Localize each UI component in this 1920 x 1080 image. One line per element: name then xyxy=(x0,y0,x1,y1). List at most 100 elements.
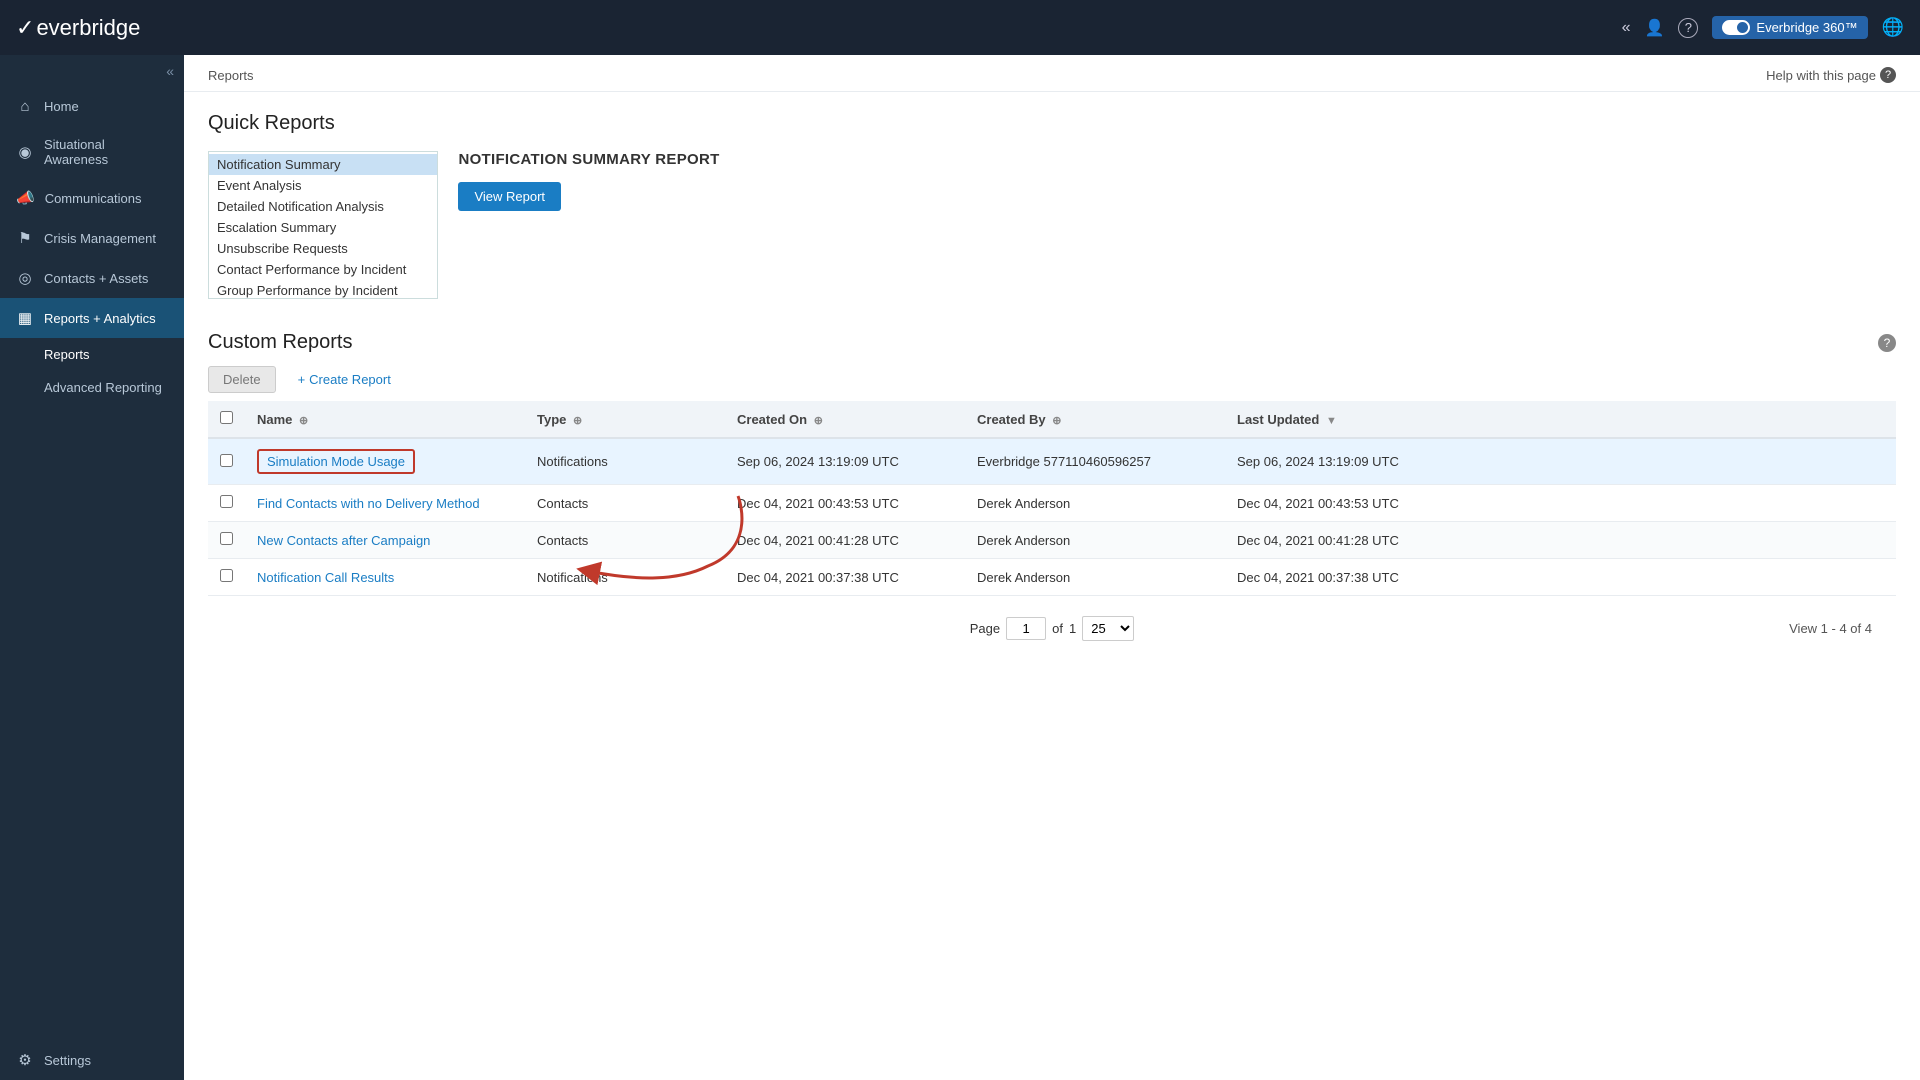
sidebar-sub-item-reports[interactable]: Reports xyxy=(0,338,184,371)
th-created-on[interactable]: Created On ⊕ xyxy=(725,401,965,438)
help-icon[interactable]: ? xyxy=(1678,18,1698,38)
logo: ✓ everbridge xyxy=(16,15,142,41)
pagination: Page of 1 10 25 50 100 View 1 - 4 of 4 xyxy=(208,596,1896,649)
topbar: ✓ everbridge « 👤 ? Everbridge 360™ 🌐 xyxy=(0,0,1920,55)
th-checkbox xyxy=(208,401,245,438)
collapse-icon: « xyxy=(166,63,174,79)
quick-reports-list[interactable]: Notification Summary Event Analysis Deta… xyxy=(209,152,437,298)
row-0-checkbox[interactable] xyxy=(220,454,233,467)
row-3-name-link[interactable]: Notification Call Results xyxy=(257,570,394,585)
report-item-detailed-notification[interactable]: Detailed Notification Analysis xyxy=(209,196,437,217)
report-item-group-performance[interactable]: Group Performance by Incident xyxy=(209,280,437,298)
toggle-switch[interactable] xyxy=(1722,20,1750,35)
row-checkbox-1 xyxy=(208,485,245,522)
row-0-last-updated: Sep 06, 2024 13:19:09 UTC xyxy=(1225,438,1896,485)
sidebar-item-settings[interactable]: ⚙ Settings xyxy=(0,1040,184,1080)
row-3-name: Notification Call Results xyxy=(245,559,525,596)
sidebar-item-reports-analytics[interactable]: ▦ Reports + Analytics xyxy=(0,298,184,338)
th-last-updated[interactable]: Last Updated ▼ xyxy=(1225,401,1896,438)
created-sort-icon: ⊕ xyxy=(814,415,823,427)
sidebar-item-home[interactable]: ⌂ Home xyxy=(0,87,184,126)
sidebar-collapse-btn[interactable]: « xyxy=(0,55,184,87)
sidebar-item-situational-awareness-label: Situational Awareness xyxy=(44,137,168,167)
row-2-last-updated: Dec 04, 2021 00:41:28 UTC xyxy=(1225,522,1896,559)
row-3-created-on: Dec 04, 2021 00:37:38 UTC xyxy=(725,559,965,596)
row-2-type: Contacts xyxy=(525,522,725,559)
row-0-type: Notifications xyxy=(525,438,725,485)
row-0-name-link[interactable]: Simulation Mode Usage xyxy=(257,449,415,474)
row-1-checkbox[interactable] xyxy=(220,495,233,508)
row-2-created-on: Dec 04, 2021 00:41:28 UTC xyxy=(725,522,965,559)
everbridge360-toggle[interactable]: Everbridge 360™ xyxy=(1712,16,1867,39)
logo-check: ✓ xyxy=(16,15,34,41)
quick-reports-area: Notification Summary Event Analysis Deta… xyxy=(208,151,1896,299)
view-report-button[interactable]: View Report xyxy=(458,182,561,211)
row-3-type: Notifications xyxy=(525,559,725,596)
report-detail: NOTIFICATION SUMMARY REPORT View Report xyxy=(458,151,719,211)
sidebar-item-contacts-assets[interactable]: ◎ Contacts + Assets xyxy=(0,258,184,298)
report-item-notification-summary[interactable]: Notification Summary xyxy=(209,154,437,175)
table-row: Notification Call ResultsNotificationsDe… xyxy=(208,559,1896,596)
create-report-button[interactable]: + Create Report xyxy=(288,367,401,392)
page-label: Page xyxy=(970,621,1000,636)
report-item-event-analysis[interactable]: Event Analysis xyxy=(209,175,437,196)
reports-analytics-icon: ▦ xyxy=(16,309,34,327)
sidebar-item-home-label: Home xyxy=(44,99,79,114)
th-created-by[interactable]: Created By ⊕ xyxy=(965,401,1225,438)
table-row: New Contacts after CampaignContactsDec 0… xyxy=(208,522,1896,559)
th-created-on-label: Created On xyxy=(737,412,807,427)
user-icon[interactable]: 👤 xyxy=(1644,18,1664,38)
delete-button[interactable]: Delete xyxy=(208,366,276,393)
select-all-checkbox[interactable] xyxy=(220,411,233,424)
row-0-created-on: Sep 06, 2024 13:19:09 UTC xyxy=(725,438,965,485)
create-report-label: Create Report xyxy=(309,372,391,387)
custom-reports-help-icon[interactable]: ? xyxy=(1878,334,1896,352)
help-page-icon: ? xyxy=(1880,67,1896,83)
row-1-type: Contacts xyxy=(525,485,725,522)
back-icon[interactable]: « xyxy=(1622,19,1631,37)
everbridge360-label: Everbridge 360™ xyxy=(1756,20,1857,35)
sidebar-item-situational-awareness[interactable]: ◉ Situational Awareness xyxy=(0,126,184,178)
settings-icon: ⚙ xyxy=(16,1051,34,1069)
th-last-updated-label: Last Updated xyxy=(1237,412,1319,427)
report-item-contact-performance[interactable]: Contact Performance by Incident xyxy=(209,259,437,280)
page-number-input[interactable] xyxy=(1006,617,1046,640)
sidebar-item-reports-analytics-label: Reports + Analytics xyxy=(44,311,156,326)
contacts-assets-icon: ◎ xyxy=(16,269,34,287)
table-row: Simulation Mode UsageNotificationsSep 06… xyxy=(208,438,1896,485)
topbar-right: « 👤 ? Everbridge 360™ 🌐 xyxy=(1622,16,1904,39)
row-2-checkbox[interactable] xyxy=(220,532,233,545)
globe-icon[interactable]: 🌐 xyxy=(1882,17,1904,38)
communications-icon: 📣 xyxy=(16,189,35,207)
quick-reports-title: Quick Reports xyxy=(208,112,1896,135)
last-updated-sort-icon: ▼ xyxy=(1326,415,1337,427)
toolbar: Delete + Create Report xyxy=(208,366,1896,393)
row-1-name-link[interactable]: Find Contacts with no Delivery Method xyxy=(257,496,480,511)
report-item-unsubscribe-requests[interactable]: Unsubscribe Requests xyxy=(209,238,437,259)
row-1-created-by: Derek Anderson xyxy=(965,485,1225,522)
help-link[interactable]: Help with this page ? xyxy=(1766,67,1896,83)
row-checkbox-2 xyxy=(208,522,245,559)
quick-reports-list-container: Notification Summary Event Analysis Deta… xyxy=(208,151,438,299)
sidebar-item-communications-label: Communications xyxy=(45,191,142,206)
report-item-escalation-summary[interactable]: Escalation Summary xyxy=(209,217,437,238)
sidebar-item-crisis-management-label: Crisis Management xyxy=(44,231,156,246)
row-2-name-link[interactable]: New Contacts after Campaign xyxy=(257,533,430,548)
row-1-created-on: Dec 04, 2021 00:43:53 UTC xyxy=(725,485,965,522)
selected-report-title: NOTIFICATION SUMMARY REPORT xyxy=(458,151,719,168)
crisis-management-icon: ⚑ xyxy=(16,229,34,247)
th-name[interactable]: Name ⊕ xyxy=(245,401,525,438)
row-3-checkbox[interactable] xyxy=(220,569,233,582)
sidebar-item-crisis-management[interactable]: ⚑ Crisis Management xyxy=(0,218,184,258)
sidebar-sub-advanced-reporting-label: Advanced Reporting xyxy=(44,380,162,395)
th-type[interactable]: Type ⊕ xyxy=(525,401,725,438)
row-3-last-updated: Dec 04, 2021 00:37:38 UTC xyxy=(1225,559,1896,596)
sidebar-sub-item-advanced-reporting[interactable]: Advanced Reporting xyxy=(0,371,184,404)
sidebar-item-communications[interactable]: 📣 Communications xyxy=(0,178,184,218)
th-created-by-label: Created By xyxy=(977,412,1046,427)
row-2-created-by: Derek Anderson xyxy=(965,522,1225,559)
per-page-select[interactable]: 10 25 50 100 xyxy=(1082,616,1134,641)
row-0-created-by: Everbridge 577110460596257 xyxy=(965,438,1225,485)
main-content: Reports Help with this page ? Quick Repo… xyxy=(184,55,1920,1080)
row-checkbox-0 xyxy=(208,438,245,485)
